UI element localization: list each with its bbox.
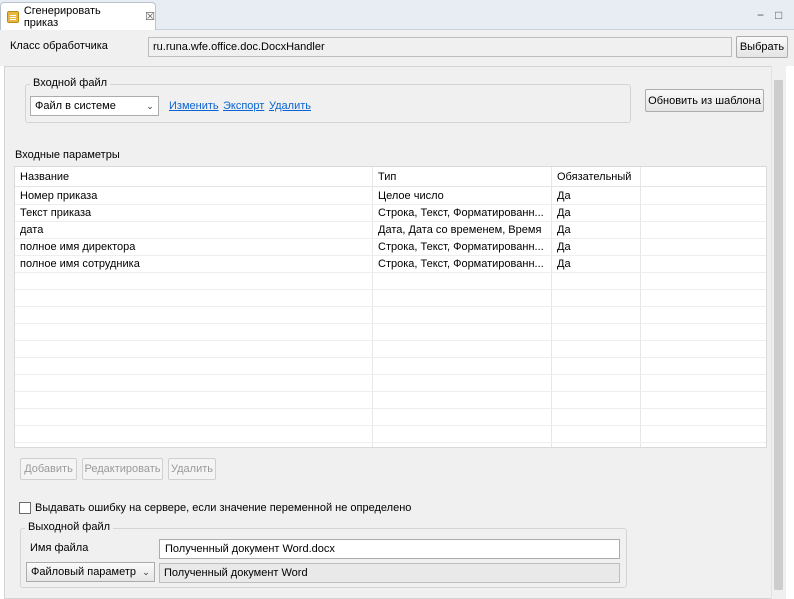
param-name-cell: Номер приказа bbox=[20, 190, 98, 202]
tab-generate-order[interactable]: Сгенерировать приказ ☒ bbox=[0, 2, 156, 30]
tab-title: Сгенерировать приказ bbox=[23, 4, 101, 29]
param-type-cell: Целое число bbox=[378, 190, 444, 202]
handler-class-field[interactable]: ru.runa.wfe.office.doc.DocxHandler bbox=[148, 37, 732, 57]
edit-param-button[interactable]: Редактировать bbox=[82, 458, 163, 480]
param-name-cell: полное имя сотрудника bbox=[20, 258, 140, 270]
empty-row bbox=[15, 358, 766, 375]
table-row[interactable]: дата Дата, Дата со временем, Время Да bbox=[15, 222, 766, 239]
handler-label: Класс обработчика bbox=[10, 40, 108, 52]
delete-param-button[interactable]: Удалить bbox=[168, 458, 216, 480]
filename-label: Имя файла bbox=[30, 542, 89, 554]
add-param-button[interactable]: Добавить bbox=[20, 458, 77, 480]
param-type-cell: Строка, Текст, Форматированн... bbox=[378, 207, 544, 219]
input-file-source-value: Файл в системе bbox=[35, 100, 116, 112]
param-type-cell: Строка, Текст, Форматированн... bbox=[378, 258, 544, 270]
error-on-undefined-checkbox[interactable] bbox=[19, 502, 31, 514]
params-section-title: Входные параметры bbox=[15, 149, 120, 161]
param-required-cell: Да bbox=[557, 190, 571, 202]
output-param-field[interactable]: Полученный документ Word bbox=[159, 563, 620, 583]
params-table: Название Тип Обязательный Номер приказа … bbox=[14, 166, 767, 448]
empty-row bbox=[15, 341, 766, 358]
empty-row bbox=[15, 409, 766, 426]
column-header-required[interactable]: Обязательный bbox=[552, 167, 640, 187]
scrollbar-thumb[interactable] bbox=[774, 80, 783, 590]
param-required-cell: Да bbox=[557, 207, 571, 219]
empty-row bbox=[15, 307, 766, 324]
param-name-cell: полное имя директора bbox=[20, 241, 136, 253]
empty-row bbox=[15, 324, 766, 341]
param-type-cell: Строка, Текст, Форматированн... bbox=[378, 241, 544, 253]
chevron-down-icon: ⌄ bbox=[142, 566, 150, 577]
maximize-icon[interactable]: □ bbox=[775, 8, 782, 22]
update-from-template-button[interactable]: Обновить из шаблона bbox=[645, 89, 764, 112]
delete-link[interactable]: Удалить bbox=[269, 100, 311, 112]
output-param-select-value: Файловый параметр bbox=[31, 566, 137, 578]
edit-link[interactable]: Изменить bbox=[169, 100, 219, 112]
input-file-group-title: Входной файл bbox=[30, 77, 111, 89]
params-table-header: Название Тип Обязательный bbox=[15, 167, 766, 187]
table-row[interactable]: Номер приказа Целое число Да bbox=[15, 188, 766, 205]
column-header-name[interactable]: Название bbox=[15, 167, 372, 187]
param-required-cell: Да bbox=[557, 224, 571, 236]
table-row[interactable]: Текст приказа Строка, Текст, Форматирова… bbox=[15, 205, 766, 222]
output-file-group-title: Выходной файл bbox=[25, 521, 114, 533]
table-row[interactable]: полное имя директора Строка, Текст, Форм… bbox=[15, 239, 766, 256]
chevron-down-icon: ⌄ bbox=[146, 100, 154, 111]
minimize-icon[interactable]: − bbox=[757, 8, 764, 22]
column-header-type[interactable]: Тип bbox=[373, 167, 551, 187]
empty-row bbox=[15, 375, 766, 392]
empty-row bbox=[15, 290, 766, 307]
param-required-cell: Да bbox=[557, 241, 571, 253]
input-file-source-select[interactable]: Файл в системе ⌄ bbox=[30, 96, 159, 116]
empty-row bbox=[15, 426, 766, 443]
empty-row bbox=[15, 273, 766, 290]
param-type-cell: Дата, Дата со временем, Время bbox=[378, 224, 542, 236]
param-name-cell: дата bbox=[20, 224, 44, 236]
param-name-cell: Текст приказа bbox=[20, 207, 92, 219]
document-icon bbox=[7, 10, 19, 23]
table-row[interactable]: полное имя сотрудника Строка, Текст, Фор… bbox=[15, 256, 766, 273]
choose-handler-button[interactable]: Выбрать bbox=[736, 36, 788, 58]
output-param-select[interactable]: Файловый параметр ⌄ bbox=[26, 562, 155, 582]
output-filename-input[interactable]: Полученный документ Word.docx bbox=[159, 539, 620, 559]
export-link[interactable]: Экспорт bbox=[223, 100, 264, 112]
error-on-undefined-label: Выдавать ошибку на сервере, если значени… bbox=[35, 502, 412, 514]
close-icon[interactable]: ☒ bbox=[145, 10, 155, 23]
empty-row bbox=[15, 392, 766, 409]
param-required-cell: Да bbox=[557, 258, 571, 270]
